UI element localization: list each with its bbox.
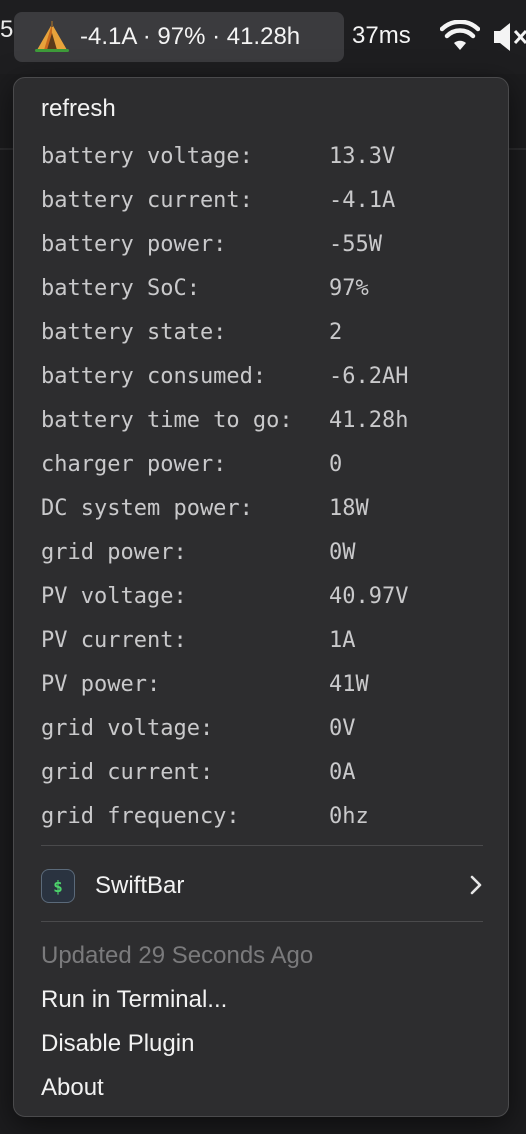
stat-label: PV voltage: — [41, 583, 187, 609]
stat-value: 0 — [329, 451, 343, 477]
stat-label: grid voltage: — [41, 715, 214, 741]
stat-label: charger power: — [41, 451, 227, 477]
disable-plugin-menu-item[interactable]: Disable Plugin — [41, 1030, 194, 1058]
menu-separator — [41, 845, 483, 846]
about-menu-item[interactable]: About — [41, 1074, 104, 1102]
stat-value: 0W — [329, 539, 356, 565]
stat-value: 2 — [329, 319, 343, 345]
stat-value: 40.97V — [329, 583, 409, 609]
stat-value: 18W — [329, 495, 369, 521]
stat-label: battery current: — [41, 187, 253, 213]
menu-separator — [41, 921, 483, 922]
stat-row[interactable]: battery time to go: 41.28h — [41, 398, 408, 442]
stat-row[interactable]: grid voltage: 0V — [41, 706, 408, 750]
stat-label: grid current: — [41, 759, 214, 785]
stat-label: PV power: — [41, 671, 161, 697]
wifi-icon[interactable] — [440, 20, 480, 54]
stat-value: 0A — [329, 759, 356, 785]
menu-bar: 5 -4.1A · 97% · 41.28h 37ms — [0, 0, 526, 74]
stat-row[interactable]: grid power: 0W — [41, 530, 408, 574]
stat-value: 1A — [329, 627, 356, 653]
stat-row[interactable]: PV power: 41W — [41, 662, 408, 706]
stat-label: grid frequency: — [41, 803, 240, 829]
swiftbar-app-icon: $ — [41, 869, 75, 903]
stat-row[interactable]: PV current: 1A — [41, 618, 408, 662]
stat-row[interactable]: DC system power: 18W — [41, 486, 408, 530]
stat-value: 41.28h — [329, 407, 409, 433]
stat-label: battery power: — [41, 231, 227, 257]
stat-row[interactable]: battery state: 2 — [41, 310, 408, 354]
stat-label: battery state: — [41, 319, 227, 345]
speaker-muted-icon[interactable] — [490, 18, 526, 56]
stat-value: -4.1A — [329, 187, 396, 213]
battery-status-menubar-item[interactable]: -4.1A · 97% · 41.28h — [14, 12, 344, 62]
tent-emoji-icon — [35, 21, 69, 52]
stat-row[interactable]: grid current: 0A — [41, 750, 408, 794]
stat-label: grid power: — [41, 539, 187, 565]
stat-row[interactable]: grid frequency: 0hz — [41, 794, 408, 838]
stat-row[interactable]: battery consumed: -6.2AH — [41, 354, 408, 398]
refresh-menu-item[interactable]: refresh — [41, 95, 116, 123]
stat-label: PV current: — [41, 627, 187, 653]
ping-menubar-item[interactable]: 37ms — [352, 22, 411, 50]
updated-status-text: Updated 29 Seconds Ago — [41, 942, 314, 969]
stat-row[interactable]: PV voltage: 40.97V — [41, 574, 408, 618]
plugin-dropdown-menu: refresh battery voltage: 13.3V battery cu… — [13, 77, 509, 1117]
battery-stats-list: battery voltage: 13.3V battery current: -4… — [41, 134, 408, 838]
stat-row[interactable]: battery power: -55W — [41, 222, 408, 266]
stat-value: -6.2AH — [329, 363, 409, 389]
swiftbar-submenu-item[interactable]: $ SwiftBar — [41, 866, 483, 906]
stat-row[interactable]: battery voltage: 13.3V — [41, 134, 408, 178]
stat-label: battery consumed: — [41, 363, 267, 389]
swiftbar-label: SwiftBar — [95, 872, 185, 899]
stat-label: DC system power: — [41, 495, 253, 521]
stat-label: battery SoC: — [41, 275, 200, 301]
stat-label: battery voltage: — [41, 143, 253, 169]
stat-value: -55W — [329, 231, 382, 257]
chevron-right-icon — [470, 875, 482, 895]
stat-value: 0hz — [329, 803, 369, 829]
stat-row[interactable]: battery current: -4.1A — [41, 178, 408, 222]
stat-value: 41W — [329, 671, 369, 697]
stat-value: 13.3V — [329, 143, 396, 169]
stat-row[interactable]: battery SoC: 97% — [41, 266, 408, 310]
stat-row[interactable]: charger power: 0 — [41, 442, 408, 486]
run-in-terminal-menu-item[interactable]: Run in Terminal... — [41, 986, 227, 1014]
stat-value: 0V — [329, 715, 356, 741]
stat-value: 97% — [329, 275, 369, 301]
menubar-item-partial[interactable]: 5 — [0, 16, 13, 44]
battery-status-text: -4.1A · 97% · 41.28h — [80, 23, 301, 50]
stat-label: battery time to go: — [41, 407, 293, 433]
